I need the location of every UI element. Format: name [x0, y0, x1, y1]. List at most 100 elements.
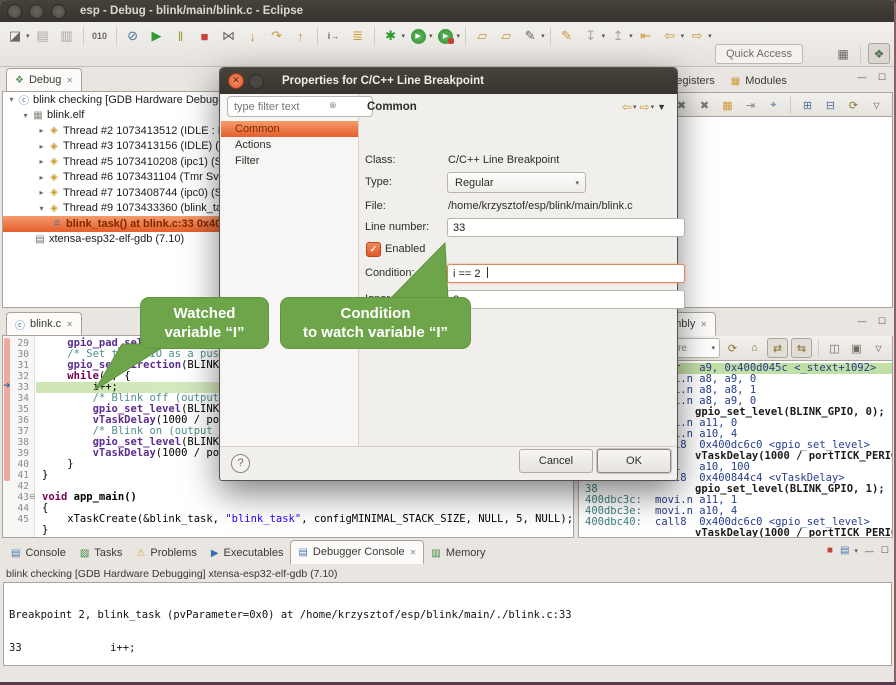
tab-debug[interactable]: ❖ Debug ✕ [6, 68, 82, 92]
window-minimize-icon[interactable] [29, 4, 44, 19]
export-registers-icon[interactable]: ⇥ [741, 96, 760, 114]
sync-with-stack-icon[interactable]: ⇄ [767, 338, 788, 358]
chevron-down-icon[interactable]: ▾ [629, 32, 633, 40]
run-icon[interactable]: ▶ [411, 29, 426, 44]
terminate-icon[interactable]: ■ [194, 26, 216, 46]
minimize-icon[interactable]: — [855, 72, 869, 83]
tab-console[interactable]: ▤ Console [4, 542, 73, 564]
back-icon[interactable]: ⇦ [622, 100, 632, 114]
tab-executables[interactable]: ▶ Executables [204, 542, 291, 564]
chevron-down-icon[interactable]: ▾ [633, 103, 637, 111]
help-button[interactable]: ? [231, 454, 250, 473]
forward-icon[interactable]: ⇨ [640, 100, 650, 114]
minimize-icon[interactable]: — [855, 316, 869, 327]
twisty-icon[interactable]: ▸ [36, 173, 47, 182]
clear-filter-icon[interactable]: ⊗ [329, 100, 337, 111]
chevron-down-icon[interactable]: ▾ [602, 32, 606, 40]
open-new-view-icon[interactable]: ◫ [825, 339, 844, 357]
last-edit-location-icon[interactable]: ⇤ [635, 26, 657, 46]
skip-all-breakpoints-icon[interactable]: ⊘ [122, 26, 144, 46]
save-icon[interactable]: ▤ [32, 26, 54, 46]
home-icon[interactable]: ⌂ [745, 339, 764, 357]
disconnect-icon[interactable]: ⋈ [218, 26, 240, 46]
tab-tasks[interactable]: ▨ Tasks [73, 542, 130, 564]
twisty-icon[interactable]: ▸ [36, 126, 47, 135]
step-return-icon[interactable]: ↑ [290, 26, 312, 46]
open-type-icon[interactable]: ▱ [495, 26, 517, 46]
step-over-icon[interactable]: ↷ [266, 26, 288, 46]
show-source-icon[interactable]: ⇆ [791, 338, 812, 358]
back-icon[interactable]: ⇦ [659, 26, 681, 46]
remove-all-registers-icon[interactable]: ✖ [695, 96, 714, 114]
console-output[interactable]: Breakpoint 2, blink_task (pvParameter=0x… [3, 582, 892, 666]
dialog-close-icon[interactable]: ✕ [228, 73, 244, 89]
window-close-icon[interactable] [7, 4, 22, 19]
close-icon[interactable]: ✕ [66, 76, 73, 85]
chevron-down-icon[interactable]: ▾ [26, 32, 30, 40]
chevron-down-icon[interactable]: ▾ [681, 32, 685, 40]
view-menu-icon[interactable]: ▽ [867, 96, 886, 114]
enabled-checkbox[interactable]: ✓ [366, 242, 381, 257]
terminate-console-icon[interactable]: ■ [827, 545, 833, 556]
open-folder-icon[interactable]: ▱ [471, 26, 493, 46]
nav-item-actions[interactable]: Actions [221, 137, 358, 153]
nav-item-common[interactable]: Common [221, 121, 358, 137]
close-icon[interactable]: ✕ [410, 548, 417, 557]
view-menu-icon[interactable]: ▼ [657, 102, 666, 112]
previous-annotation-icon[interactable]: ↥ [607, 26, 629, 46]
close-icon[interactable]: ✕ [700, 320, 707, 329]
maximize-icon[interactable]: ☐ [875, 72, 889, 83]
chevron-down-icon[interactable]: ▾ [457, 32, 461, 40]
twisty-icon[interactable]: ▾ [20, 111, 31, 120]
twisty-icon[interactable]: ▾ [6, 95, 17, 104]
resume-icon[interactable]: ▶ [146, 26, 168, 46]
chevron-down-icon[interactable]: ▾ [429, 32, 433, 40]
show-details-icon[interactable]: ▦ [718, 96, 737, 114]
maximize-icon[interactable]: ☐ [881, 545, 889, 556]
use-step-filters-icon[interactable]: ≣ [347, 26, 369, 46]
twisty-icon[interactable]: ▾ [36, 204, 47, 213]
tab-memory[interactable]: ▥ Memory [424, 542, 492, 564]
view-menu-icon[interactable]: ▽ [869, 339, 888, 357]
save-all-icon[interactable]: ▥ [56, 26, 78, 46]
window-maximize-icon[interactable] [51, 4, 66, 19]
debug-perspective-icon[interactable]: ❖ [868, 43, 890, 64]
instruction-stepping-icon[interactable]: i→ [323, 26, 345, 46]
chevron-down-icon[interactable]: ▾ [651, 103, 655, 111]
chevron-down-icon[interactable]: ▾ [711, 344, 715, 352]
nav-item-filter[interactable]: Filter [221, 153, 358, 169]
add-register-group-icon[interactable]: ⊞ [798, 96, 817, 114]
pin-icon[interactable]: ⌖ [764, 96, 783, 114]
condition-field[interactable] [447, 264, 685, 283]
chevron-down-icon[interactable]: ▾ [402, 32, 406, 40]
new-element-icon[interactable]: ✎ [519, 26, 541, 46]
line-number-field[interactable] [447, 218, 685, 237]
open-perspective-icon[interactable]: ▦ [833, 44, 853, 63]
dialog-maximize-icon[interactable] [249, 74, 264, 89]
mark-occurrences-icon[interactable]: ✎ [556, 26, 578, 46]
forward-icon[interactable]: ⇨ [686, 26, 708, 46]
tab-modules[interactable]: ▦ Modules [723, 70, 795, 92]
chevron-down-icon[interactable]: ▾ [854, 547, 858, 555]
flash-binary-icon[interactable]: 010 [89, 26, 111, 46]
display-selected-console-icon[interactable]: ▤ [840, 545, 849, 556]
filter-input[interactable] [227, 96, 373, 117]
refresh-view-icon[interactable]: ⟳ [723, 339, 742, 357]
twisty-icon[interactable]: ▸ [36, 188, 47, 197]
ok-button[interactable]: OK [597, 449, 671, 473]
type-select[interactable]: Regular ▾ [447, 172, 586, 193]
restore-default-groups-icon[interactable]: ⟳ [844, 96, 863, 114]
twisty-icon[interactable]: ▸ [36, 142, 47, 151]
remove-register-group-icon[interactable]: ⊟ [821, 96, 840, 114]
ignore-count-field[interactable] [447, 290, 685, 309]
chevron-down-icon[interactable]: ▾ [708, 32, 712, 40]
new-wizard-icon[interactable]: ◪ [4, 26, 26, 46]
minimize-icon[interactable]: — [865, 546, 874, 556]
tab-debugger-console[interactable]: ▤ Debugger Console ✕ [290, 540, 424, 564]
debug-icon[interactable]: ✱ [380, 26, 402, 46]
tab-problems[interactable]: ⚠ Problems [129, 542, 203, 564]
close-icon[interactable]: ✕ [66, 320, 73, 329]
maximize-icon[interactable]: ☐ [875, 316, 889, 327]
cancel-button[interactable]: Cancel [519, 449, 593, 473]
pin-view-icon[interactable]: ▣ [847, 339, 866, 357]
